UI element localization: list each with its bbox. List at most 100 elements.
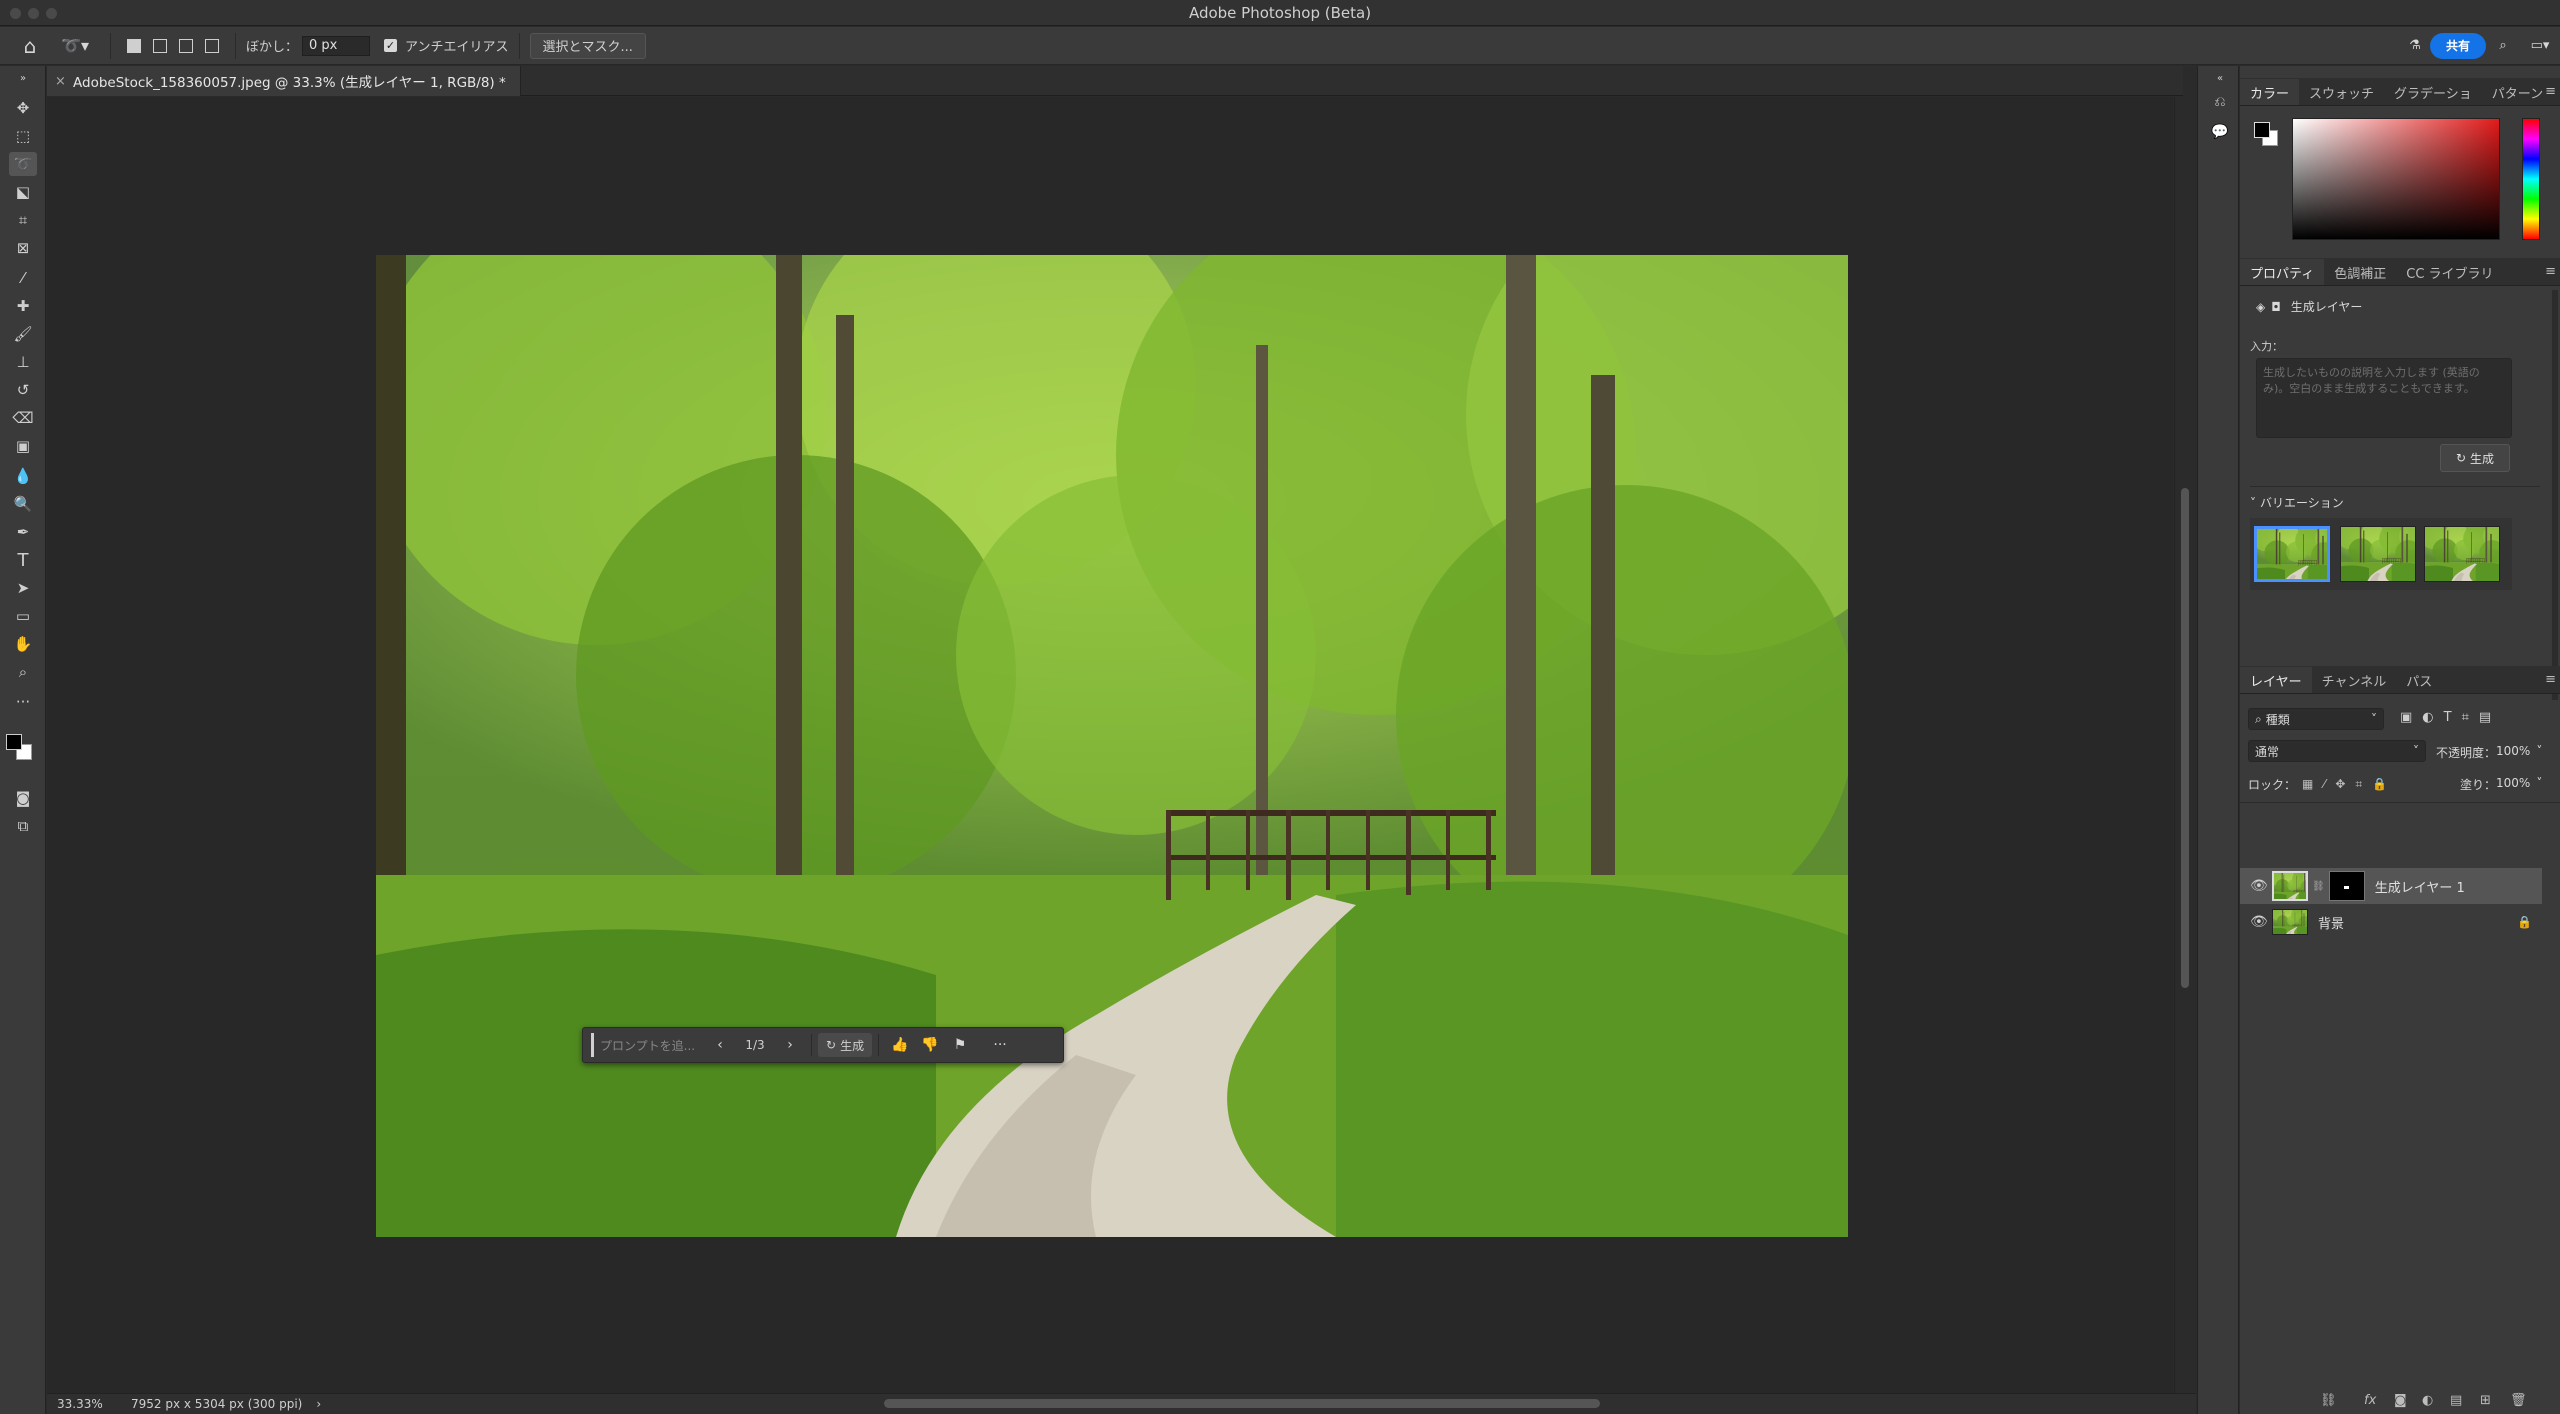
adjustment-layer-icon[interactable]: ◐ bbox=[2422, 1393, 2433, 1408]
marquee-tool-icon[interactable]: ⬚ bbox=[9, 124, 37, 148]
subtract-from-selection-icon[interactable] bbox=[179, 38, 193, 53]
minimize-window-icon[interactable] bbox=[28, 8, 39, 19]
variations-header[interactable]: ˅ バリエーション bbox=[2250, 494, 2344, 511]
zoom-level[interactable]: 33.33% bbox=[57, 1397, 117, 1411]
tab-properties[interactable]: プロパティ bbox=[2240, 259, 2325, 285]
generate-prompt-field[interactable]: 生成したいものの説明を入力します (英語のみ)。空白のまま生成することもできます… bbox=[2256, 358, 2512, 438]
share-button[interactable]: 共有 bbox=[2429, 32, 2486, 59]
home-icon[interactable]: ⌂ bbox=[10, 33, 50, 59]
antialias-checkbox[interactable]: ✓ bbox=[384, 39, 398, 52]
opacity-control[interactable]: 不透明度： 100% ˅ bbox=[2436, 744, 2542, 761]
generate-panel-button[interactable]: ↻ 生成 bbox=[2440, 444, 2510, 472]
select-and-mask-button[interactable]: 選択とマスク... bbox=[529, 32, 646, 59]
quick-mask-icon[interactable]: ◙ bbox=[9, 786, 37, 810]
healing-brush-tool-icon[interactable]: ✚ bbox=[9, 294, 37, 318]
visibility-eye-icon[interactable]: 👁 bbox=[2250, 914, 2268, 930]
eraser-tool-icon[interactable]: ⌫ bbox=[9, 406, 37, 430]
add-to-selection-icon[interactable] bbox=[153, 38, 167, 53]
layer-mask-thumbnail[interactable] bbox=[2328, 871, 2365, 901]
fill-control[interactable]: 塗り： 100% ˅ bbox=[2460, 776, 2542, 793]
new-selection-icon[interactable] bbox=[127, 38, 141, 53]
crop-tool-icon[interactable]: ⌗ bbox=[9, 208, 37, 232]
type-tool-icon[interactable]: T bbox=[9, 548, 37, 572]
link-layers-icon[interactable]: ⛓ bbox=[2320, 1393, 2337, 1408]
comments-panel-icon[interactable]: 💬 bbox=[2210, 122, 2230, 142]
opacity-value[interactable]: 100% bbox=[2496, 744, 2530, 761]
add-mask-icon[interactable]: ◙ bbox=[2394, 1393, 2407, 1408]
tab-swatches[interactable]: スウォッチ bbox=[2299, 79, 2384, 105]
stamp-tool-icon[interactable]: ⊥ bbox=[9, 350, 37, 374]
collapse-toolbar-icon[interactable]: » bbox=[9, 72, 37, 84]
link-icon[interactable]: ⛓ bbox=[2312, 881, 2325, 892]
layer-row-generative[interactable]: 👁 ⛓ 生成レイヤー 1 bbox=[2240, 868, 2542, 904]
status-menu-chevron-icon[interactable]: › bbox=[316, 1397, 321, 1411]
path-select-tool-icon[interactable]: ➤ bbox=[9, 576, 37, 600]
new-group-icon[interactable]: ▤ bbox=[2450, 1393, 2462, 1408]
feather-input[interactable]: 0 px bbox=[302, 35, 371, 56]
history-brush-tool-icon[interactable]: ↺ bbox=[9, 378, 37, 402]
tab-cc-libraries[interactable]: CC ライブラリ bbox=[2396, 259, 2503, 285]
close-window-icon[interactable] bbox=[10, 8, 21, 19]
brush-tool-icon[interactable]: 🖌 bbox=[9, 322, 37, 346]
layer-row-background[interactable]: 👁 背景 🔒 bbox=[2240, 904, 2542, 940]
tab-patterns[interactable]: パターン bbox=[2482, 79, 2553, 105]
foreground-color-swatch[interactable] bbox=[6, 734, 22, 750]
beaker-icon[interactable]: ⚗ bbox=[2400, 33, 2430, 59]
generate-button[interactable]: ↻ 生成 bbox=[818, 1033, 873, 1057]
properties-scrollbar[interactable] bbox=[2552, 290, 2558, 700]
rectangle-tool-icon[interactable]: ▭ bbox=[9, 604, 37, 628]
layer-name[interactable]: 生成レイヤー 1 bbox=[2375, 877, 2465, 896]
search-icon[interactable]: ⌕ bbox=[2486, 33, 2520, 59]
next-variation-icon[interactable]: › bbox=[775, 1033, 805, 1057]
tab-paths[interactable]: パス bbox=[2396, 667, 2442, 693]
document-canvas-image[interactable] bbox=[376, 255, 1848, 1237]
delete-layer-icon[interactable]: 🗑 bbox=[2510, 1393, 2527, 1408]
screen-mode-icon[interactable]: ⧉ bbox=[9, 814, 37, 838]
tab-color[interactable]: カラー bbox=[2240, 79, 2300, 105]
thumbs-up-icon[interactable]: 👍 bbox=[885, 1033, 915, 1057]
tab-adjustments[interactable]: 色調補正 bbox=[2324, 259, 2396, 285]
fill-value[interactable]: 100% bbox=[2496, 776, 2530, 793]
layer-name[interactable]: 背景 bbox=[2318, 913, 2344, 932]
gradient-tool-icon[interactable]: ▣ bbox=[9, 434, 37, 458]
tab-gradients[interactable]: グラデーショ bbox=[2384, 79, 2482, 105]
tab-channels[interactable]: チャンネル bbox=[2312, 667, 2397, 693]
document-tab[interactable]: × AdobeStock_158360057.jpeg @ 33.3% (生成レ… bbox=[47, 66, 521, 96]
pen-tool-icon[interactable]: ✒ bbox=[9, 520, 37, 544]
more-options-icon[interactable]: ··· bbox=[985, 1033, 1015, 1057]
report-flag-icon[interactable]: ⚑ bbox=[945, 1033, 975, 1057]
frame-tool-icon[interactable]: ⊠ bbox=[9, 236, 37, 260]
lock-options-icons[interactable]: ▦⁄✥⌗🔒 bbox=[2302, 777, 2397, 792]
layer-filter-dropdown[interactable]: ⌕ 種類 ˅ bbox=[2248, 708, 2384, 730]
object-select-tool-icon[interactable]: ⬕ bbox=[9, 180, 37, 204]
expand-panels-icon[interactable]: « bbox=[2210, 68, 2230, 88]
layers-panel-menu-icon[interactable]: ≡ bbox=[2545, 672, 2556, 687]
fx-icon[interactable]: fx bbox=[2364, 1393, 2376, 1408]
lasso-tool-preset-icon[interactable]: ➰▾ bbox=[50, 33, 100, 59]
variation-thumbnail-1[interactable] bbox=[2254, 526, 2330, 582]
variation-thumbnail-3[interactable] bbox=[2424, 526, 2500, 582]
color-picker-field[interactable] bbox=[2292, 118, 2500, 240]
history-panel-icon[interactable]: ⎌ bbox=[2210, 92, 2230, 112]
hand-tool-icon[interactable]: ✋ bbox=[9, 632, 37, 656]
vertical-scroll-thumb[interactable] bbox=[2181, 488, 2189, 988]
workspace-icon[interactable]: ▭▾ bbox=[2520, 33, 2560, 59]
more-tools-icon[interactable]: ··· bbox=[9, 690, 37, 714]
intersect-selection-icon[interactable] bbox=[205, 38, 219, 53]
horizontal-scroll-thumb[interactable] bbox=[884, 1399, 1600, 1408]
tab-layers[interactable]: レイヤー bbox=[2240, 667, 2312, 693]
thumbs-down-icon[interactable]: 👎 bbox=[915, 1033, 945, 1057]
blend-mode-dropdown[interactable]: 通常 ˅ bbox=[2248, 740, 2426, 762]
color-panel-menu-icon[interactable]: ≡ bbox=[2545, 84, 2556, 99]
eyedropper-tool-icon[interactable]: ⁄ bbox=[9, 266, 37, 290]
new-layer-icon[interactable]: ⊞ bbox=[2480, 1393, 2491, 1408]
move-tool-icon[interactable]: ✥ bbox=[9, 96, 37, 120]
prompt-input[interactable]: プロンプトを追... bbox=[591, 1033, 699, 1057]
properties-panel-menu-icon[interactable]: ≡ bbox=[2545, 264, 2556, 279]
zoom-tool-icon[interactable]: ⌕ bbox=[9, 660, 37, 684]
layer-filter-icons[interactable]: ▣◐T⌗▤ bbox=[2400, 710, 2501, 725]
previous-variation-icon[interactable]: ‹ bbox=[705, 1033, 735, 1057]
panel-foreground-swatch[interactable] bbox=[2254, 122, 2270, 138]
lasso-tool-icon[interactable]: ➰ bbox=[9, 152, 37, 176]
variation-thumbnail-2[interactable] bbox=[2340, 526, 2416, 582]
